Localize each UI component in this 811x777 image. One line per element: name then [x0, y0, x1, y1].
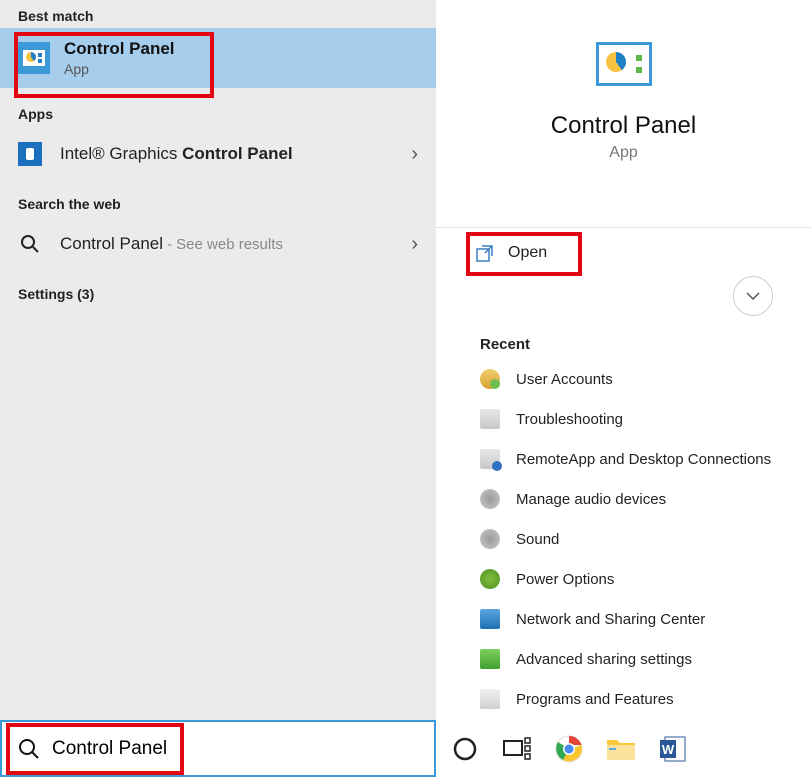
audio-devices-icon	[480, 489, 500, 509]
user-accounts-icon	[480, 369, 500, 389]
troubleshooting-icon	[480, 409, 500, 429]
chevron-down-icon	[744, 287, 762, 305]
search-icon	[18, 738, 40, 760]
hero: Control Panel App	[436, 0, 811, 228]
word-icon[interactable]: W	[658, 734, 688, 764]
apps-result-intel-graphics[interactable]: Intel® Graphics Control Panel ›	[0, 130, 436, 178]
section-settings[interactable]: Settings (3)	[0, 268, 436, 310]
recent-sound[interactable]: Sound	[436, 519, 811, 559]
file-explorer-icon[interactable]	[606, 734, 636, 764]
cortana-icon[interactable]	[450, 734, 480, 764]
search-input-container[interactable]	[0, 720, 436, 777]
recent-power-options[interactable]: Power Options	[436, 559, 811, 599]
section-best-match: Best match	[0, 0, 436, 28]
control-panel-icon	[18, 42, 50, 74]
power-options-icon	[480, 569, 500, 589]
recent-network-sharing[interactable]: Network and Sharing Center	[436, 599, 811, 639]
web-result[interactable]: Control Panel - See web results ›	[0, 220, 436, 268]
intel-graphics-icon	[18, 142, 42, 166]
recent-remoteapp[interactable]: RemoteApp and Desktop Connections	[436, 439, 811, 479]
sound-icon	[480, 529, 500, 549]
programs-icon	[480, 689, 500, 709]
recent-audio-devices[interactable]: Manage audio devices	[436, 479, 811, 519]
best-match-text: Control Panel App	[64, 38, 175, 78]
recent-advanced-sharing[interactable]: Advanced sharing settings	[436, 639, 811, 679]
recent-user-accounts[interactable]: User Accounts	[436, 359, 811, 399]
taskbar: W	[436, 720, 811, 777]
chrome-icon[interactable]	[554, 734, 584, 764]
recent-programs-features[interactable]: Programs and Features	[436, 679, 811, 719]
section-search-web: Search the web	[0, 178, 436, 220]
chevron-right-icon[interactable]: ›	[411, 143, 418, 166]
chevron-right-icon[interactable]: ›	[411, 233, 418, 256]
apps-result-label: Intel® Graphics Control Panel	[60, 144, 411, 164]
control-panel-large-icon	[596, 42, 652, 86]
detail-pane: Control Panel App Open Recent User Accou…	[436, 0, 811, 720]
hero-title: Control Panel	[551, 112, 696, 140]
open-icon	[476, 244, 494, 262]
search-icon	[18, 232, 42, 256]
best-match-title: Control Panel	[64, 38, 175, 60]
best-match-subtitle: App	[64, 60, 175, 78]
open-label: Open	[508, 244, 547, 262]
web-result-hint: - See web results	[167, 236, 283, 253]
remoteapp-icon	[480, 449, 500, 469]
section-apps: Apps	[0, 88, 436, 130]
best-match-result[interactable]: Control Panel App	[0, 28, 436, 88]
recent-header: Recent	[436, 318, 811, 359]
network-icon	[480, 609, 500, 629]
open-action[interactable]: Open	[436, 228, 811, 278]
svg-text:W: W	[662, 742, 675, 757]
search-input[interactable]	[52, 738, 392, 760]
web-result-query: Control Panel	[60, 234, 163, 254]
task-view-icon[interactable]	[502, 734, 532, 764]
hero-subtitle: App	[609, 144, 637, 162]
start-search-results: Best match Control Panel App Apps Intel®…	[0, 0, 436, 720]
advanced-sharing-icon	[480, 649, 500, 669]
expand-button[interactable]	[733, 276, 773, 316]
recent-troubleshooting[interactable]: Troubleshooting	[436, 399, 811, 439]
